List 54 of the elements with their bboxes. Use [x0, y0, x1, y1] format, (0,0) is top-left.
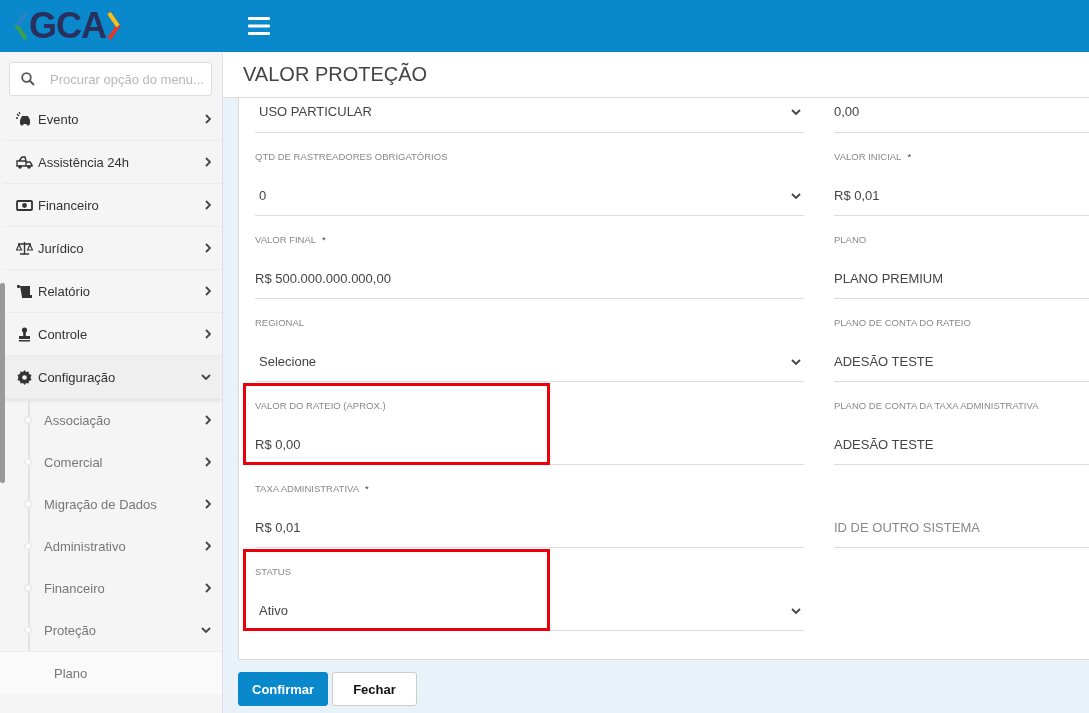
menu-item[interactable]: Jurídico [4, 227, 222, 270]
chevron-down-icon [791, 359, 801, 365]
logo-chevron-icon [107, 11, 121, 41]
input-field[interactable]: ID DE OUTRO SISTEMA [834, 465, 1089, 548]
chevron-down-icon [791, 109, 801, 115]
input-field[interactable]: PLANO DE CONTA DA TAXA ADMINISTRATIVA ADESÃO TESTE [834, 382, 1089, 465]
scale-icon [16, 240, 33, 256]
required-mark: * [907, 151, 912, 163]
field-label: REGIONAL [255, 317, 305, 329]
field-label: STATUS [255, 566, 292, 578]
field-label: TAXA ADMINISTRATIVA [255, 483, 359, 495]
menu-item[interactable]: Relatório [4, 270, 222, 313]
menu-icon[interactable] [248, 17, 270, 35]
chevron-down-icon [791, 193, 801, 199]
select-field[interactable]: USO PARTICULAR [255, 98, 804, 133]
input-field[interactable]: PLANO DE CONTA DO RATEIO ADESÃO TESTE [834, 299, 1089, 382]
button[interactable]: Fechar [332, 672, 417, 706]
field-label: VALOR FINAL [255, 234, 317, 246]
menu-item[interactable]: Assistência 24h [4, 141, 222, 184]
menu-item[interactable]: Configuração [4, 356, 222, 399]
field-label: PLANO DE CONTA DO RATEIO [834, 317, 971, 329]
select-field[interactable]: QTD DE RASTREADORES OBRIGATÓRIOS 0 [255, 133, 804, 216]
field-label: VALOR INICIAL [834, 151, 902, 163]
page-title: VALOR PROTEÇÃO [243, 63, 428, 86]
required-mark: * [365, 483, 369, 495]
search-field[interactable]: Procurar opção do menu... [9, 62, 212, 96]
logo-text: GCA [29, 6, 106, 46]
required-mark: * [322, 234, 326, 246]
money-bill-icon [16, 197, 33, 213]
settings-icon [16, 369, 33, 385]
input-field[interactable]: VALOR FINAL * R$ 500.000.000.000,00 [255, 216, 804, 299]
input-field[interactable]: TAXA ADMINISTRATIVA * R$ 0,01 [255, 465, 804, 548]
chevron-down-icon [791, 608, 801, 614]
menu-item[interactable]: Financeiro [4, 184, 222, 227]
field-label: PLANO DE CONTA DA TAXA ADMINISTRATIVA [834, 400, 1039, 412]
input-field[interactable]: VALOR INICIAL * R$ 0,01 [834, 133, 1089, 216]
submenu-item[interactable]: Plano [0, 651, 222, 694]
input-field[interactable]: 0,00 [834, 98, 1089, 133]
scrollbar-thumb[interactable] [0, 283, 5, 483]
logo-chevron-icon [14, 11, 28, 41]
tow-truck-icon [16, 154, 33, 170]
button[interactable]: Confirmar [238, 672, 329, 706]
menu-item[interactable]: Evento [4, 98, 222, 141]
search-icon [21, 72, 35, 86]
field-label: QTD DE RASTREADORES OBRIGATÓRIOS [255, 151, 448, 163]
stamp-icon [16, 326, 33, 342]
scroll-icon [16, 283, 33, 299]
input-field[interactable]: VALOR DO RATEIO (APROX.) R$ 0,00 [255, 382, 804, 465]
car-crash-icon [16, 111, 33, 127]
field-label: VALOR DO RATEIO (APROX.) [255, 400, 386, 412]
select-field[interactable]: STATUS Ativo [255, 548, 804, 631]
input-field[interactable]: PLANO PLANO PREMIUM [834, 216, 1089, 299]
select-field[interactable]: REGIONAL Selecione [255, 299, 804, 382]
field-label: PLANO [834, 234, 867, 246]
